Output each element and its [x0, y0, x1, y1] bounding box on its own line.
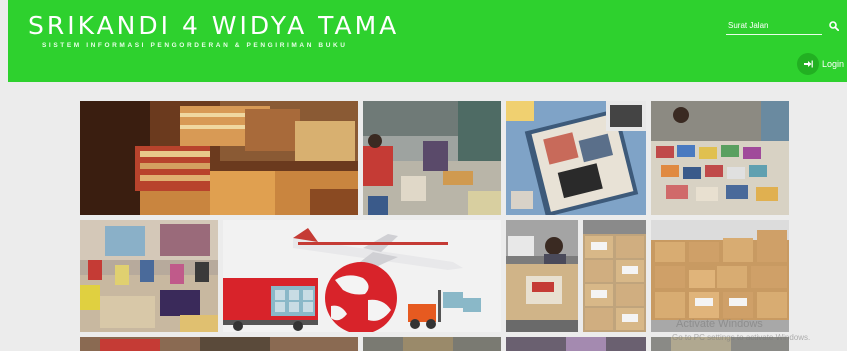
activate-windows-hint: Go to PC settings to activate Windows.: [672, 333, 811, 342]
gallery-image-warehouse-boxes: [651, 220, 789, 332]
top-navbar: SRIKANDI 4 WIDYA TAMA SISTEM INFORMASI P…: [8, 0, 847, 82]
gallery-image-scrapbook: [506, 101, 646, 215]
login-label: Login: [822, 59, 845, 69]
gallery-image-cargo-plane-truck: [223, 220, 501, 332]
gallery-image-classroom: [80, 220, 218, 332]
gallery-image-delivery-truck: [506, 220, 578, 332]
gallery-image-row3-c: [506, 337, 646, 351]
activate-windows-watermark: Activate Windows: [676, 318, 763, 330]
site-title[interactable]: SRIKANDI 4 WIDYA TAMA: [28, 11, 399, 40]
search-input[interactable]: [728, 21, 820, 30]
gallery-image-book-fair: [651, 101, 789, 215]
search-box[interactable]: [726, 18, 822, 35]
gallery-image-row3-b: [363, 337, 501, 351]
site-subtitle: SISTEM INFORMASI PENGORDERAN & PENGIRIMA…: [42, 42, 348, 49]
gallery-image-book-stacks: [80, 101, 358, 215]
sign-in-icon: [797, 53, 819, 75]
gallery-image-book-sorting-room: [363, 101, 501, 215]
gallery-image-row3-a: [80, 337, 358, 351]
search-icon[interactable]: [829, 21, 839, 31]
login-button[interactable]: Login: [797, 53, 844, 75]
gallery-image-boxes-stack: [583, 220, 646, 332]
